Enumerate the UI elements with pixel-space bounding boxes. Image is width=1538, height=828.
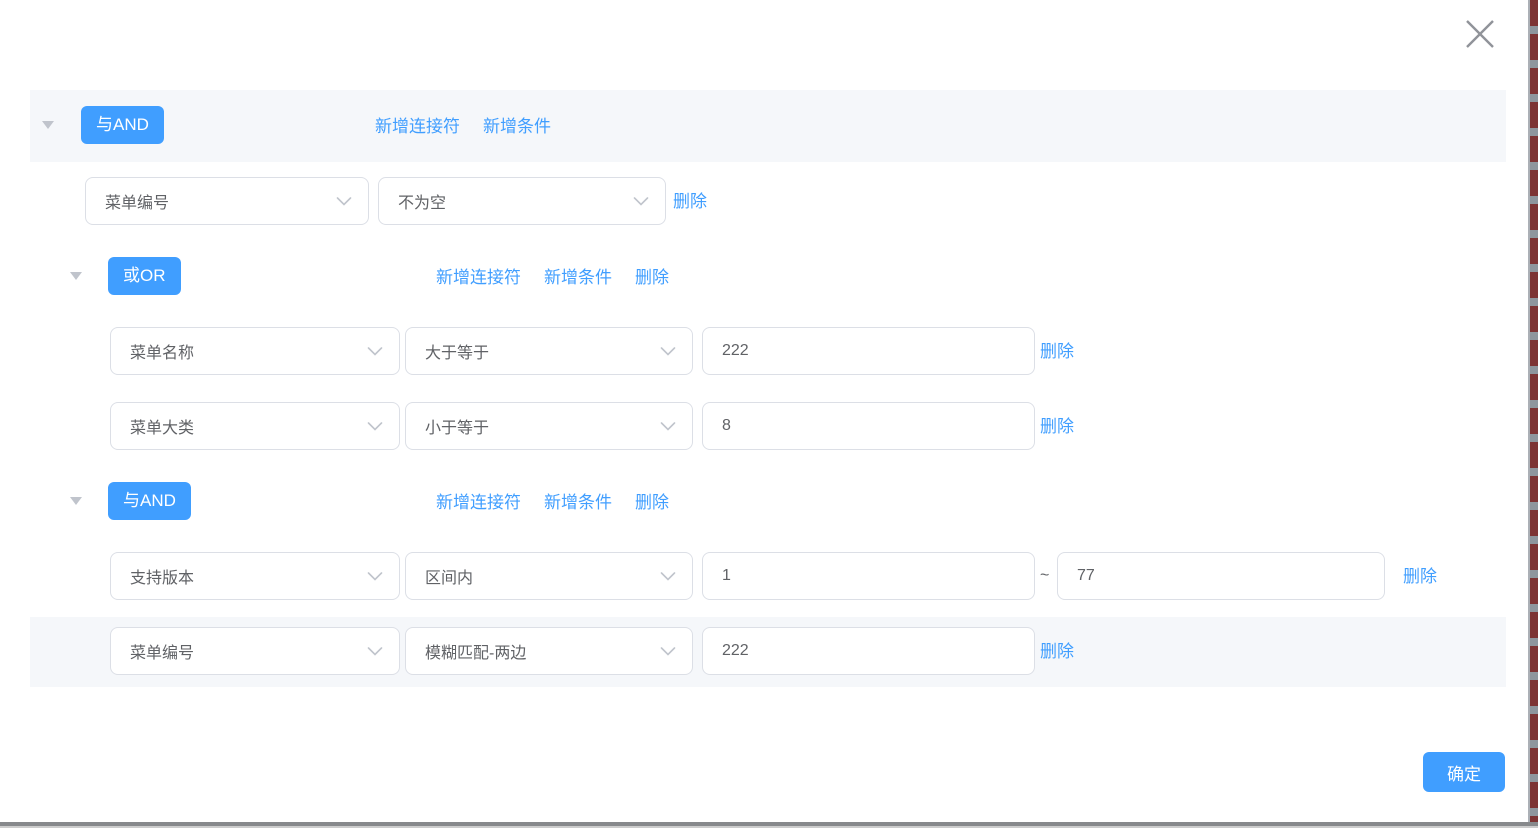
- chevron-down-icon: [660, 347, 676, 356]
- add-condition-link[interactable]: 新增条件: [544, 266, 612, 290]
- operator-select-value: 不为空: [398, 189, 446, 213]
- group-actions: 新增连接符 新增条件 删除: [436, 266, 669, 290]
- add-connector-link[interactable]: 新增连接符: [375, 115, 460, 139]
- range-separator: ~: [1040, 564, 1049, 588]
- add-connector-link[interactable]: 新增连接符: [436, 266, 521, 290]
- operator-select[interactable]: 小于等于: [405, 402, 693, 450]
- chevron-down-icon: [367, 422, 383, 431]
- chevron-down-icon: [367, 647, 383, 656]
- operator-select-value: 小于等于: [425, 414, 489, 438]
- chevron-down-icon: [633, 197, 649, 206]
- operator-select[interactable]: 模糊匹配-两边: [405, 627, 693, 675]
- delete-group-link[interactable]: 删除: [635, 266, 669, 290]
- value-input[interactable]: [702, 402, 1035, 450]
- group-header-highlight-band: [30, 90, 1506, 162]
- operator-select-value: 模糊匹配-两边: [425, 639, 526, 663]
- range-start-input[interactable]: [702, 552, 1035, 600]
- operator-select-value: 大于等于: [425, 339, 489, 363]
- value-input[interactable]: [702, 627, 1035, 675]
- field-select[interactable]: 支持版本: [110, 552, 400, 600]
- field-select-value: 菜单名称: [130, 339, 194, 363]
- field-select-value: 支持版本: [130, 564, 194, 588]
- operator-select[interactable]: 区间内: [405, 552, 693, 600]
- field-select-value: 菜单编号: [105, 189, 169, 213]
- window-bottom-edge: [0, 822, 1538, 828]
- delete-condition-link[interactable]: 删除: [1040, 340, 1074, 364]
- chevron-down-icon: [660, 647, 676, 656]
- group-actions: 新增连接符 新增条件 删除: [436, 491, 669, 515]
- chevron-down-icon: [336, 197, 352, 206]
- operator-select[interactable]: 不为空: [378, 177, 666, 225]
- operator-select-value: 区间内: [425, 564, 473, 588]
- delete-group-link[interactable]: 删除: [635, 491, 669, 515]
- window-right-edge: [1528, 0, 1538, 822]
- field-select[interactable]: 菜单大类: [110, 402, 400, 450]
- close-button[interactable]: [1456, 10, 1504, 58]
- caret-down-icon[interactable]: [70, 497, 82, 505]
- value-input[interactable]: [702, 327, 1035, 375]
- add-condition-link[interactable]: 新增条件: [483, 115, 551, 139]
- delete-condition-link[interactable]: 删除: [673, 190, 707, 214]
- caret-down-icon[interactable]: [70, 272, 82, 280]
- connector-button-and[interactable]: 与AND: [108, 482, 191, 520]
- delete-condition-link[interactable]: 删除: [1040, 640, 1074, 664]
- field-select-value: 菜单编号: [130, 639, 194, 663]
- field-select[interactable]: 菜单编号: [110, 627, 400, 675]
- chevron-down-icon: [660, 572, 676, 581]
- range-end-input[interactable]: [1057, 552, 1385, 600]
- connector-button-or[interactable]: 或OR: [108, 257, 181, 295]
- caret-down-icon[interactable]: [42, 121, 54, 129]
- field-select[interactable]: 菜单编号: [85, 177, 369, 225]
- connector-button-and[interactable]: 与AND: [81, 106, 164, 144]
- group-actions: 新增连接符 新增条件: [375, 115, 551, 139]
- chevron-down-icon: [367, 347, 383, 356]
- operator-select[interactable]: 大于等于: [405, 327, 693, 375]
- close-icon: [1463, 17, 1497, 51]
- field-select-value: 菜单大类: [130, 414, 194, 438]
- confirm-button[interactable]: 确定: [1423, 752, 1505, 792]
- chevron-down-icon: [660, 422, 676, 431]
- delete-condition-link[interactable]: 删除: [1040, 415, 1074, 439]
- add-condition-link[interactable]: 新增条件: [544, 491, 612, 515]
- add-connector-link[interactable]: 新增连接符: [436, 491, 521, 515]
- filter-builder-dialog: 与AND 新增连接符 新增条件 菜单编号 不为空 删除 或OR 新增连接符 新增…: [0, 0, 1538, 828]
- delete-condition-link[interactable]: 删除: [1403, 565, 1437, 589]
- field-select[interactable]: 菜单名称: [110, 327, 400, 375]
- chevron-down-icon: [367, 572, 383, 581]
